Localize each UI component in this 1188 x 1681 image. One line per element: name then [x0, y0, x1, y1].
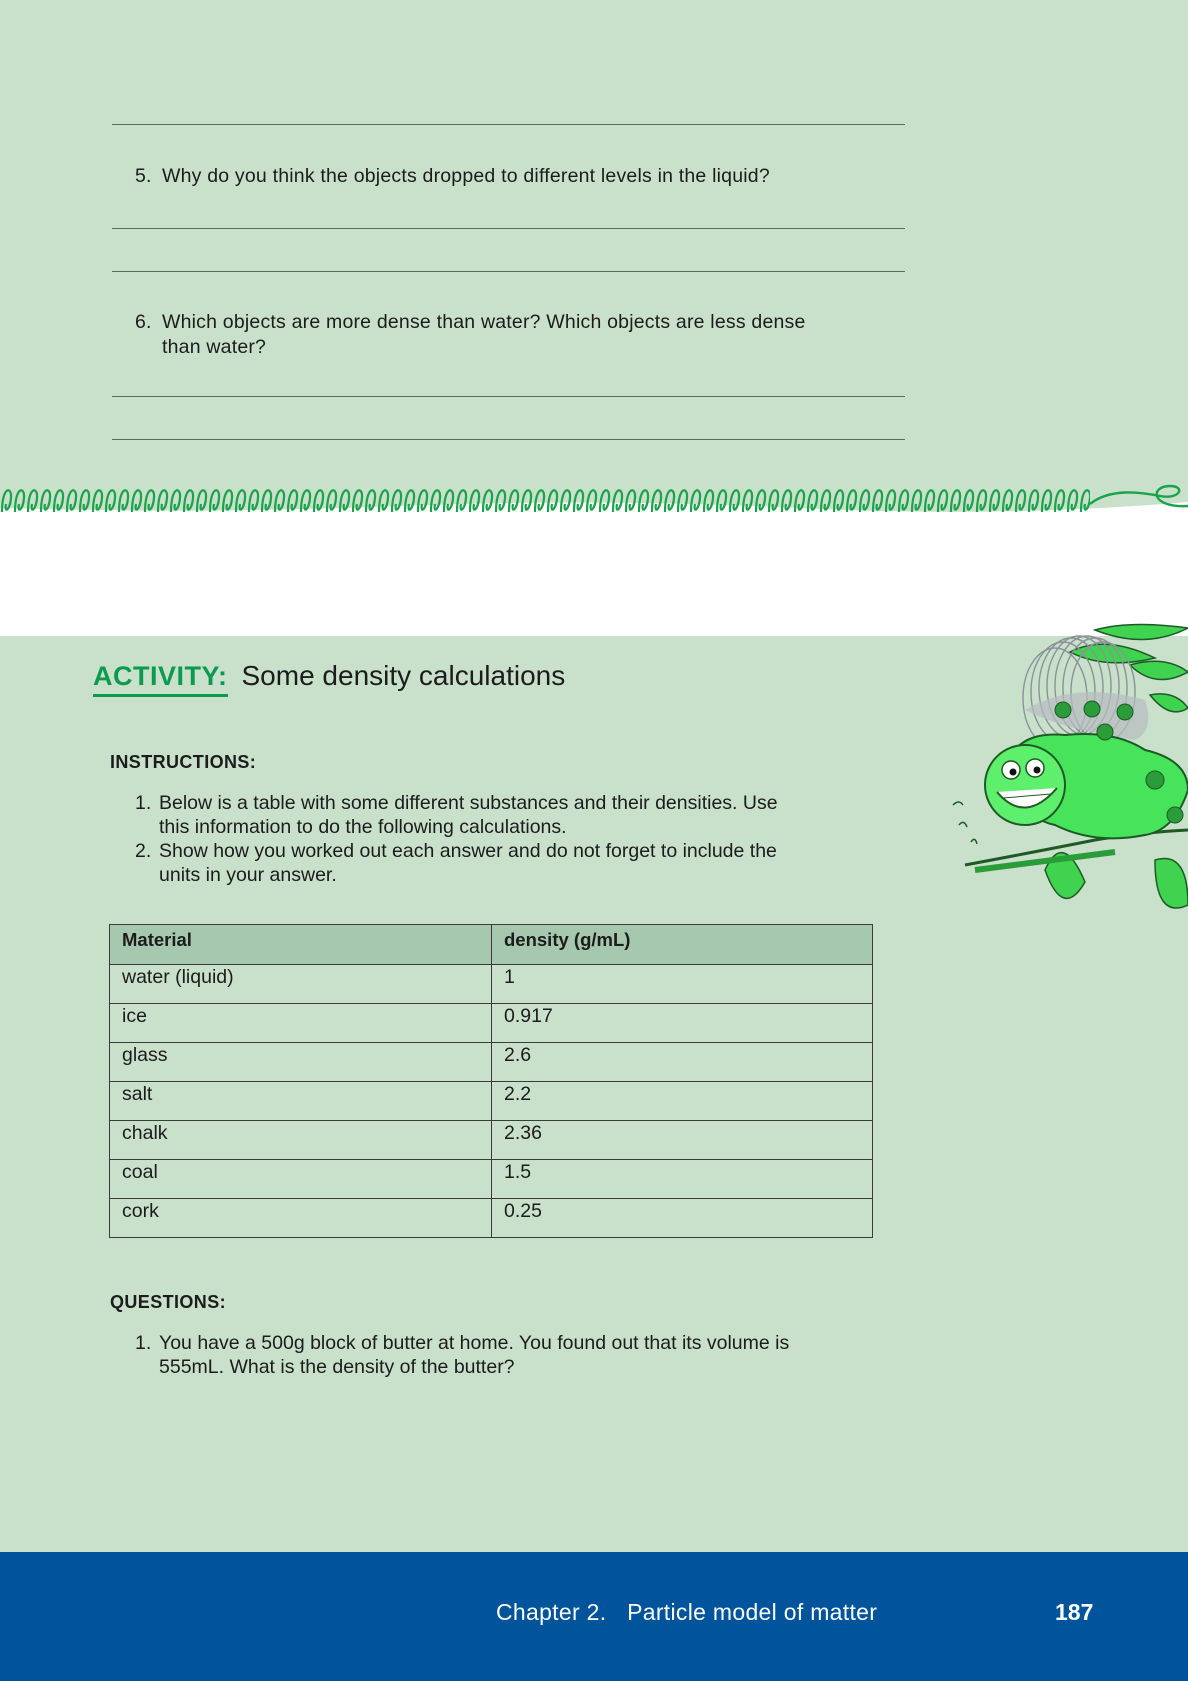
material-cell: salt: [109, 1081, 492, 1121]
chapter-title: Particle model of matter: [627, 1599, 878, 1625]
instructions-heading: INSTRUCTIONS:: [110, 752, 257, 772]
material-cell: coal: [109, 1159, 492, 1199]
answer-line[interactable]: [112, 271, 905, 272]
density-cell: 2.36: [491, 1120, 873, 1160]
question-text-line2: than water?: [162, 336, 267, 358]
density-table: Material density (g/mL) water (liquid) 1…: [109, 924, 873, 1238]
question-text-line1: Which objects are more dense than water?…: [162, 311, 806, 333]
instruction-text-line2: this information to do the following cal…: [159, 816, 567, 838]
activity-title: ACTIVITY: Some density calculations: [93, 660, 565, 700]
answer-line[interactable]: [112, 396, 905, 397]
table-header-row: Material density (g/mL): [109, 924, 873, 965]
instruction-number: 1.: [135, 792, 152, 814]
white-band: [0, 520, 1188, 636]
density-cell: 1: [491, 964, 873, 1004]
question-5: 5. Why do you think the objects dropped …: [135, 164, 935, 190]
material-cell: cork: [109, 1198, 492, 1238]
material-cell: water (liquid): [109, 964, 492, 1004]
question-number: 6.: [135, 311, 152, 333]
density-cell: 0.917: [491, 1003, 873, 1043]
column-header-density: density (g/mL): [491, 924, 873, 965]
instruction-text-line1: Show how you worked out each answer and …: [159, 840, 777, 862]
top-panel: [0, 0, 1188, 500]
answer-line[interactable]: [112, 228, 905, 229]
questions-heading: QUESTIONS:: [110, 1292, 227, 1312]
spring-divider-icon: [0, 478, 1188, 524]
chapter-number: Chapter 2.: [496, 1599, 607, 1625]
question-item: 1. You have a 500g block of butter at ho…: [135, 1331, 915, 1379]
instruction-number: 2.: [135, 840, 152, 862]
question-text: Why do you think the objects dropped to …: [162, 165, 770, 187]
table-row: ice 0.917: [109, 1003, 873, 1043]
instruction-item: 1. Below is a table with some different …: [135, 791, 915, 839]
table-row: water (liquid) 1: [109, 964, 873, 1004]
instruction-text-line2: units in your answer.: [159, 864, 337, 886]
density-cell: 2.2: [491, 1081, 873, 1121]
table-row: cork 0.25: [109, 1198, 873, 1238]
table-row: chalk 2.36: [109, 1120, 873, 1160]
answer-line[interactable]: [112, 439, 905, 440]
table-row: glass 2.6: [109, 1042, 873, 1082]
density-cell: 0.25: [491, 1198, 873, 1238]
slinky-mascot-icon: [952, 623, 1188, 909]
footer-chapter: Chapter 2. Particle model of matter: [496, 1599, 877, 1626]
activity-label: ACTIVITY:: [93, 661, 228, 697]
material-cell: ice: [109, 1003, 492, 1043]
material-cell: glass: [109, 1042, 492, 1082]
question-text-line1: You have a 500g block of butter at home.…: [159, 1332, 790, 1354]
question-number: 1.: [135, 1332, 152, 1354]
material-cell: chalk: [109, 1120, 492, 1160]
density-cell: 2.6: [491, 1042, 873, 1082]
question-6: 6. Which objects are more dense than wat…: [135, 310, 935, 362]
column-header-material: Material: [109, 924, 492, 965]
instruction-text-line1: Below is a table with some different sub…: [159, 792, 778, 814]
page-number: 187: [1055, 1599, 1094, 1625]
density-cell: 1.5: [491, 1159, 873, 1199]
table-row: salt 2.2: [109, 1081, 873, 1121]
activity-title-text: Some density calculations: [241, 660, 566, 691]
instruction-item: 2. Show how you worked out each answer a…: [135, 839, 915, 887]
question-number: 5.: [135, 165, 152, 187]
question-text-line2: 555mL. What is the density of the butter…: [159, 1356, 515, 1378]
table-row: coal 1.5: [109, 1159, 873, 1199]
answer-line[interactable]: [112, 124, 905, 125]
